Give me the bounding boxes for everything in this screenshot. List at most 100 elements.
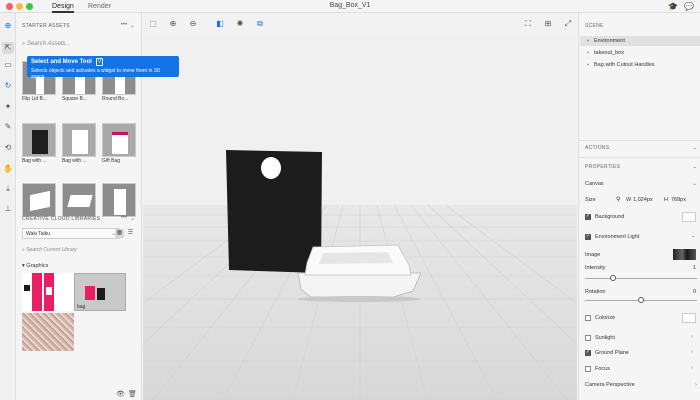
select-move-tool-icon[interactable]: ⇱ [2,42,14,54]
asset-bag-dark[interactable]: Bag with ... [22,123,56,164]
library-search-input[interactable]: Search Current Library [26,247,77,253]
takeout-box-model[interactable] [297,244,422,302]
intensity-label: Intensity [585,265,606,271]
scene-item-label: takeout_box [594,50,624,56]
search-icon: ⌕ [22,41,26,47]
grid-view-icon[interactable]: ▦ [115,229,124,238]
tooltip-shortcut: V [95,58,104,66]
intensity-slider-knob[interactable] [610,275,616,281]
graphics-group-label: Graphics [26,263,49,269]
light-icon[interactable]: ✺ [235,19,245,29]
scene-item-label: Environment [594,38,625,44]
camera-icon[interactable]: ⊞ [543,19,553,29]
asset-box-3[interactable] [102,183,136,217]
scene-item-bag[interactable]: ▪ Bag with Cutout Handles [587,60,699,70]
scene-item-label: Bag with Cutout Handles [594,62,655,68]
cc-libraries-more-button[interactable]: ••• [121,215,127,221]
properties-section[interactable]: PROPERTIES ⌄ [585,162,697,172]
starter-assets-more-button[interactable]: ••• [121,22,127,28]
image-label: Image [585,252,601,258]
asset-label: Flip Lid B... [22,96,48,102]
sunlight-checkbox[interactable] [585,335,591,341]
rotation-slider-knob[interactable] [638,297,644,303]
environment-image-thumbnail[interactable] [673,249,696,260]
pan-tool-icon[interactable]: ✋ [2,163,14,175]
background-label: Background [595,214,625,220]
add-content-icon[interactable]: ⊕ [2,20,14,32]
list-view-icon[interactable]: ☰ [126,229,135,238]
asset-label: Bag with ... [22,158,47,164]
library-select[interactable]: Waki Taiku ⌄ [22,228,120,239]
orbit-tool-icon[interactable]: ⟲ [2,142,14,154]
library-search[interactable]: ⌕ Search Current Library [22,244,136,256]
chevron-right-icon[interactable]: › [691,349,693,355]
magic-wand-tool-icon[interactable]: ✦ [2,101,14,113]
asset-thumbnail [62,123,96,157]
tool-bar: ⊕ ⇱ ▭ ↻ ✦ ✎ ⟲ ✋ ⤓ ⊥ [0,13,16,400]
library-graphic-3[interactable] [22,313,74,351]
asset-search[interactable]: ⌕ Search Assets... [22,38,136,50]
trash-icon[interactable]: 🗑 [128,390,137,398]
colorize-color-swatch[interactable] [682,313,696,323]
chevron-right-icon[interactable]: › [691,365,693,371]
scene-item-environment[interactable]: ◐ Environment [580,36,700,46]
actions-header: ACTIONS [585,145,610,151]
frame-icon[interactable]: ⛶ [523,19,533,29]
asset-thumbnail [22,123,56,157]
asset-label: Gift Bag [102,158,121,164]
learn-icon[interactable]: 🎓 [668,2,678,11]
asset-box-2[interactable] [62,183,96,217]
feedback-icon[interactable]: 💬 [684,2,694,11]
remove-point-icon[interactable]: ⊖ [188,19,198,29]
library-graphic-1[interactable] [22,273,74,311]
shopping-bag-model[interactable] [226,150,322,273]
chevron-right-icon[interactable]: › [691,334,693,340]
eye-icon[interactable]: 👁 [116,390,125,398]
intensity-slider-track[interactable] [585,278,697,279]
add-point-icon[interactable]: ⊕ [168,19,178,29]
drop-to-ground-icon[interactable]: ⤓ [2,183,14,195]
transform-icon[interactable]: ⧉ [255,19,265,29]
chevron-down-icon: ⌄ [692,164,697,170]
focus-label: Focus [595,366,610,372]
ground-plane-checkbox[interactable] [585,349,591,356]
canvas-group[interactable]: Canvas ⌄ [585,179,697,189]
chevron-down-icon: ⌄ [692,181,697,187]
chevron-down-icon[interactable]: ⌄ [130,215,135,222]
tool-tooltip: Select and Move Tool V Selects objects an… [27,56,179,80]
fullscreen-icon[interactable]: ⤢ [563,19,573,29]
camera-perspective-section[interactable]: Camera Perspective › [585,380,697,390]
background-color-swatch[interactable] [682,212,696,222]
selection-marquee-icon[interactable]: ⬚ [148,19,158,29]
tooltip-title: Select and Move Tool [31,59,92,65]
asset-gift-bag[interactable]: Gift Bag [102,123,136,164]
rotation-value[interactable]: 0 [693,289,696,295]
link-icon[interactable]: ⚲ [616,196,620,203]
chevron-down-icon[interactable]: ⌄ [691,233,696,239]
background-checkbox[interactable] [585,213,591,220]
select-box-tool-icon[interactable]: ▭ [2,59,14,71]
library-graphic-2[interactable]: bag [74,273,126,311]
actions-section[interactable]: ACTIONS ⌄ [585,143,697,153]
chevron-down-icon[interactable]: ⌄ [130,22,135,29]
asset-thumbnail [102,123,136,157]
height-field[interactable]: 768px [671,197,686,203]
3d-viewport[interactable]: ⬚ ⊕ ⊖ ◧ ✺ ⧉ ⛶ ⊞ ⤢ [143,13,577,400]
focus-checkbox[interactable] [585,366,591,372]
intensity-value[interactable]: 1 [693,265,696,271]
asset-bag-white[interactable]: Bag with ... [62,123,96,164]
camera-bookmark-icon[interactable]: ⊥ [2,203,14,215]
asset-label: Square B... [62,96,88,102]
cube-view-icon[interactable]: ◧ [215,19,225,29]
colorize-checkbox[interactable] [585,315,591,321]
asset-search-input[interactable]: Search Assets... [27,41,70,47]
environment-light-checkbox[interactable] [585,233,591,240]
asset-box-1[interactable] [22,183,56,217]
scene-item-takeout-box[interactable]: ▪ takeout_box [587,48,699,58]
width-field[interactable]: 1,024px [633,197,653,203]
rotate-tool-icon[interactable]: ↻ [2,80,14,92]
eyedropper-tool-icon[interactable]: ✎ [2,121,14,133]
viewport-toolbar: ⬚ ⊕ ⊖ ◧ ✺ ⧉ ⛶ ⊞ ⤢ [143,13,577,35]
scene-header: SCENE [585,23,604,29]
graphics-group-header[interactable]: ▾ Graphics [22,263,48,269]
